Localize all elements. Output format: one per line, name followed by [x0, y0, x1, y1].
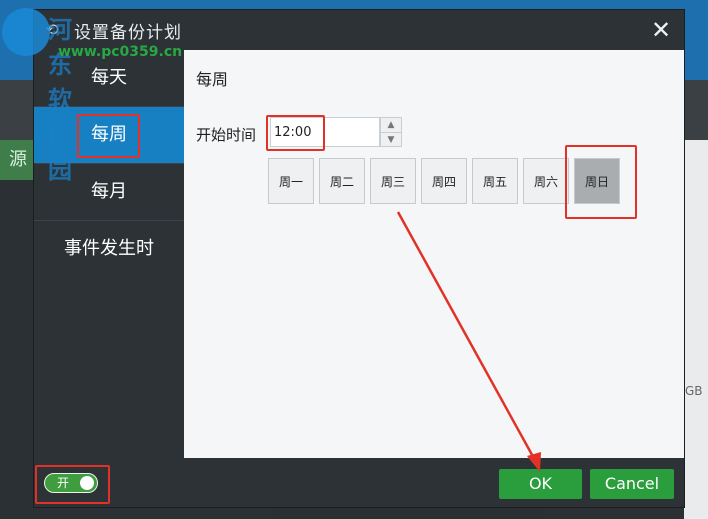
- annotation-arrow-icon: [396, 211, 541, 472]
